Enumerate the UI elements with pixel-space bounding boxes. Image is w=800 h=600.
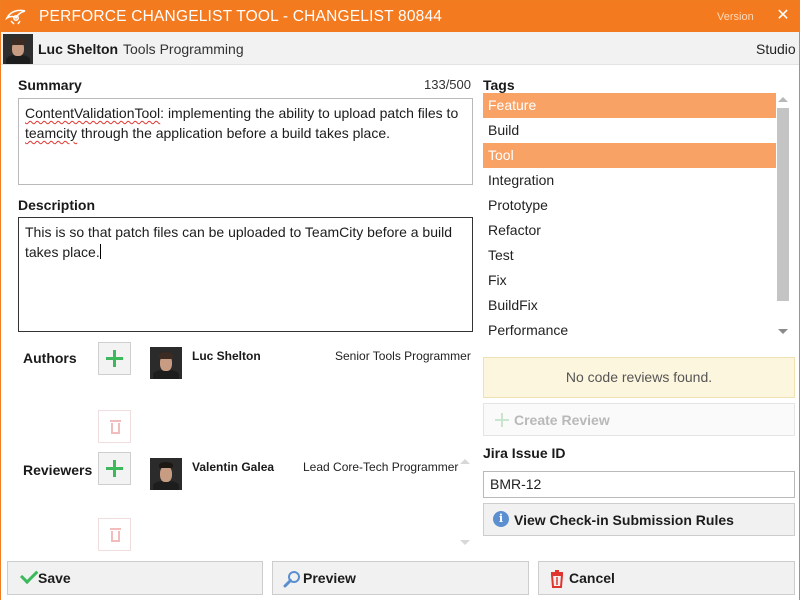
cancel-button[interactable]: Cancel <box>538 561 795 595</box>
tag-item-performance[interactable]: Performance <box>483 318 776 343</box>
tag-item-tool[interactable]: Tool <box>483 143 776 168</box>
description-textarea[interactable]: This is so that patch files can be uploa… <box>18 217 473 332</box>
cancel-label: Cancel <box>569 570 615 586</box>
summary-text-misspelled-2: teamcity <box>25 125 78 141</box>
trash-icon <box>110 420 121 422</box>
summary-label: Summary <box>18 77 82 93</box>
user-studio: Studio <box>756 41 796 57</box>
user-bar: Luc Shelton Tools Programming Studio <box>1 32 799 65</box>
reviewer-role: Lead Core-Tech Programmer <box>303 460 459 474</box>
author-avatar <box>150 347 182 379</box>
summary-text-end: through the application before a build t… <box>77 125 391 141</box>
add-author-button[interactable] <box>98 342 131 375</box>
tags-scroll-up-icon[interactable] <box>778 97 788 102</box>
tags-scroll-down-icon[interactable] <box>778 329 788 334</box>
reviewers-scroll-down-icon[interactable] <box>460 540 470 545</box>
action-bar: Save Preview Cancel <box>1 555 799 600</box>
trash-icon <box>550 570 564 588</box>
plus-icon <box>495 413 509 427</box>
create-review-label: Create Review <box>514 412 610 428</box>
view-submission-rules-button[interactable]: i View Check-in Submission Rules <box>483 503 795 536</box>
save-button[interactable]: Save <box>7 561 263 595</box>
perforce-logo-icon <box>5 9 26 25</box>
tag-item-refactor[interactable]: Refactor <box>483 218 776 243</box>
create-review-button[interactable]: Create Review <box>483 403 795 436</box>
tag-item-buildfix[interactable]: BuildFix <box>483 293 776 318</box>
authors-label: Authors <box>23 350 77 366</box>
tag-item-build[interactable]: Build <box>483 118 776 143</box>
code-reviews-empty-notice: No code reviews found. <box>483 357 795 398</box>
window-title: PERFORCE CHANGELIST TOOL - CHANGELIST 80… <box>39 8 443 25</box>
tags-label: Tags <box>483 77 515 93</box>
description-label: Description <box>18 197 96 213</box>
view-submission-rules-label: View Check-in Submission Rules <box>514 512 734 528</box>
jira-issue-input[interactable]: BMR-12 <box>483 471 795 498</box>
jira-label: Jira Issue ID <box>483 445 566 461</box>
reviewer-avatar <box>150 458 182 490</box>
save-label: Save <box>38 570 71 586</box>
checkmark-icon <box>20 565 39 585</box>
user-team: Tools Programming <box>123 41 244 57</box>
magnifier-icon <box>283 571 300 588</box>
summary-text-misspelled-1: ContentValidationTool <box>25 105 161 121</box>
reviewer-name: Valentin Galea <box>192 460 275 474</box>
author-name: Luc Shelton <box>192 349 261 363</box>
tags-scrollbar-thumb[interactable] <box>777 108 789 301</box>
tags-list: Feature Build Tool Integration Prototype… <box>483 93 795 343</box>
tag-item-test[interactable]: Test <box>483 243 776 268</box>
remove-author-button[interactable] <box>98 410 131 443</box>
author-role: Senior Tools Programmer <box>335 349 471 363</box>
reviewers-scroll-up-icon[interactable] <box>460 459 470 464</box>
summary-text: : implementing the ability to upload pat… <box>160 105 459 121</box>
tag-item-feature[interactable]: Feature <box>483 93 776 118</box>
summary-textarea[interactable]: ContentValidationTool: implementing the … <box>18 98 473 185</box>
summary-char-counter: 133/500 <box>424 77 471 92</box>
trash-icon <box>110 528 121 530</box>
tag-item-prototype[interactable]: Prototype <box>483 193 776 218</box>
user-avatar <box>3 34 33 64</box>
changelist-window: PERFORCE CHANGELIST TOOL - CHANGELIST 80… <box>0 0 800 600</box>
close-button[interactable]: ✕ <box>771 5 795 27</box>
remove-reviewer-button[interactable] <box>98 518 131 551</box>
preview-button[interactable]: Preview <box>272 561 529 595</box>
preview-label: Preview <box>303 570 356 586</box>
title-bar: PERFORCE CHANGELIST TOOL - CHANGELIST 80… <box>1 1 799 32</box>
reviewers-label: Reviewers <box>23 462 93 478</box>
text-caret <box>99 244 101 259</box>
add-reviewer-button[interactable] <box>98 452 131 485</box>
tag-item-integration[interactable]: Integration <box>483 168 776 193</box>
info-icon: i <box>493 511 509 527</box>
tag-item-fix[interactable]: Fix <box>483 268 776 293</box>
version-label[interactable]: Version <box>717 11 754 23</box>
user-name: Luc Shelton <box>38 41 119 57</box>
description-text: This is so that patch files can be uploa… <box>25 224 452 260</box>
